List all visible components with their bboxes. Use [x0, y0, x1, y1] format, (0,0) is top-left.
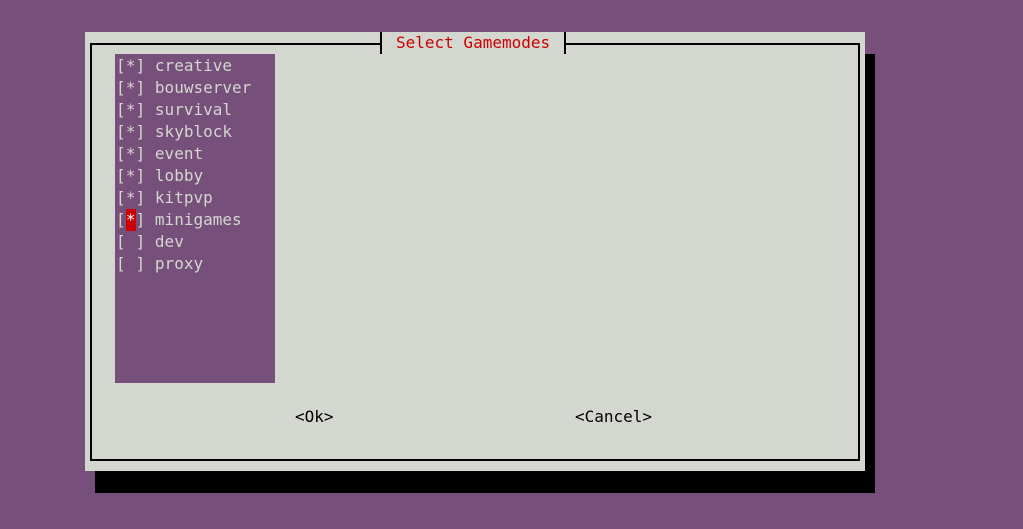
checklist-item-minigames[interactable]: [*] minigames [116, 209, 242, 231]
checkbox[interactable]: [*] [116, 100, 145, 119]
checklist-item-dev[interactable]: [ ] dev [116, 231, 184, 253]
gamemode-checklist[interactable]: [*] creative [*] bouwserver [*] survival [*… [115, 54, 275, 383]
checked-mark-icon: * [125, 209, 136, 231]
checklist-item-event[interactable]: [*] event [116, 143, 203, 165]
dialog-title: Select Gamemodes [380, 32, 567, 54]
checkbox[interactable]: [*] [116, 188, 145, 207]
cancel-button[interactable]: <Cancel> [575, 406, 652, 428]
checkbox[interactable]: [ ] [116, 254, 145, 273]
checklist-item-survival[interactable]: [*] survival [116, 99, 232, 121]
checked-mark-icon: * [125, 78, 136, 97]
ok-button[interactable]: <Ok> [295, 406, 334, 428]
checkbox[interactable]: [*] [116, 166, 145, 185]
checkbox[interactable]: [*] [116, 144, 145, 163]
checklist-item-label: proxy [154, 254, 204, 273]
checklist-item-creative[interactable]: [*] creative [116, 55, 232, 77]
unchecked-mark-icon [126, 231, 136, 253]
checkbox[interactable]: [ ] [116, 232, 145, 251]
unchecked-mark-icon [126, 253, 136, 275]
checklist-item-label: dev [154, 232, 184, 251]
checkbox[interactable]: [*] [116, 209, 145, 231]
checklist-item-skyblock[interactable]: [*] skyblock [116, 121, 232, 143]
checked-mark-icon: * [125, 144, 136, 163]
checked-mark-icon: * [125, 122, 136, 141]
checklist-item-label: lobby [154, 166, 204, 185]
checklist-item-label: survival [154, 100, 232, 119]
checklist-item-kitpvp[interactable]: [*] kitpvp [116, 187, 213, 209]
checklist-item-lobby[interactable]: [*] lobby [116, 165, 203, 187]
checkbox[interactable]: [*] [116, 56, 145, 75]
checkbox[interactable]: [*] [116, 78, 145, 97]
checklist-item-label: kitpvp [154, 188, 213, 207]
checked-mark-icon: * [125, 166, 136, 185]
checklist-item-label: bouwserver [154, 78, 252, 97]
checklist-item-label: minigames [154, 210, 242, 229]
checklist-item-label: skyblock [154, 122, 232, 141]
checklist-item-proxy[interactable]: [ ] proxy [116, 253, 203, 275]
checklist-item-bouwserver[interactable]: [*] bouwserver [116, 77, 251, 99]
checked-mark-icon: * [125, 56, 136, 75]
checklist-dialog: Select Gamemodes [*] creative [*] bouwser… [85, 32, 865, 471]
checked-mark-icon: * [125, 188, 136, 207]
checkbox[interactable]: [*] [116, 122, 145, 141]
checked-mark-icon: * [125, 100, 136, 119]
checklist-item-label: event [154, 144, 204, 163]
checklist-item-label: creative [154, 56, 232, 75]
